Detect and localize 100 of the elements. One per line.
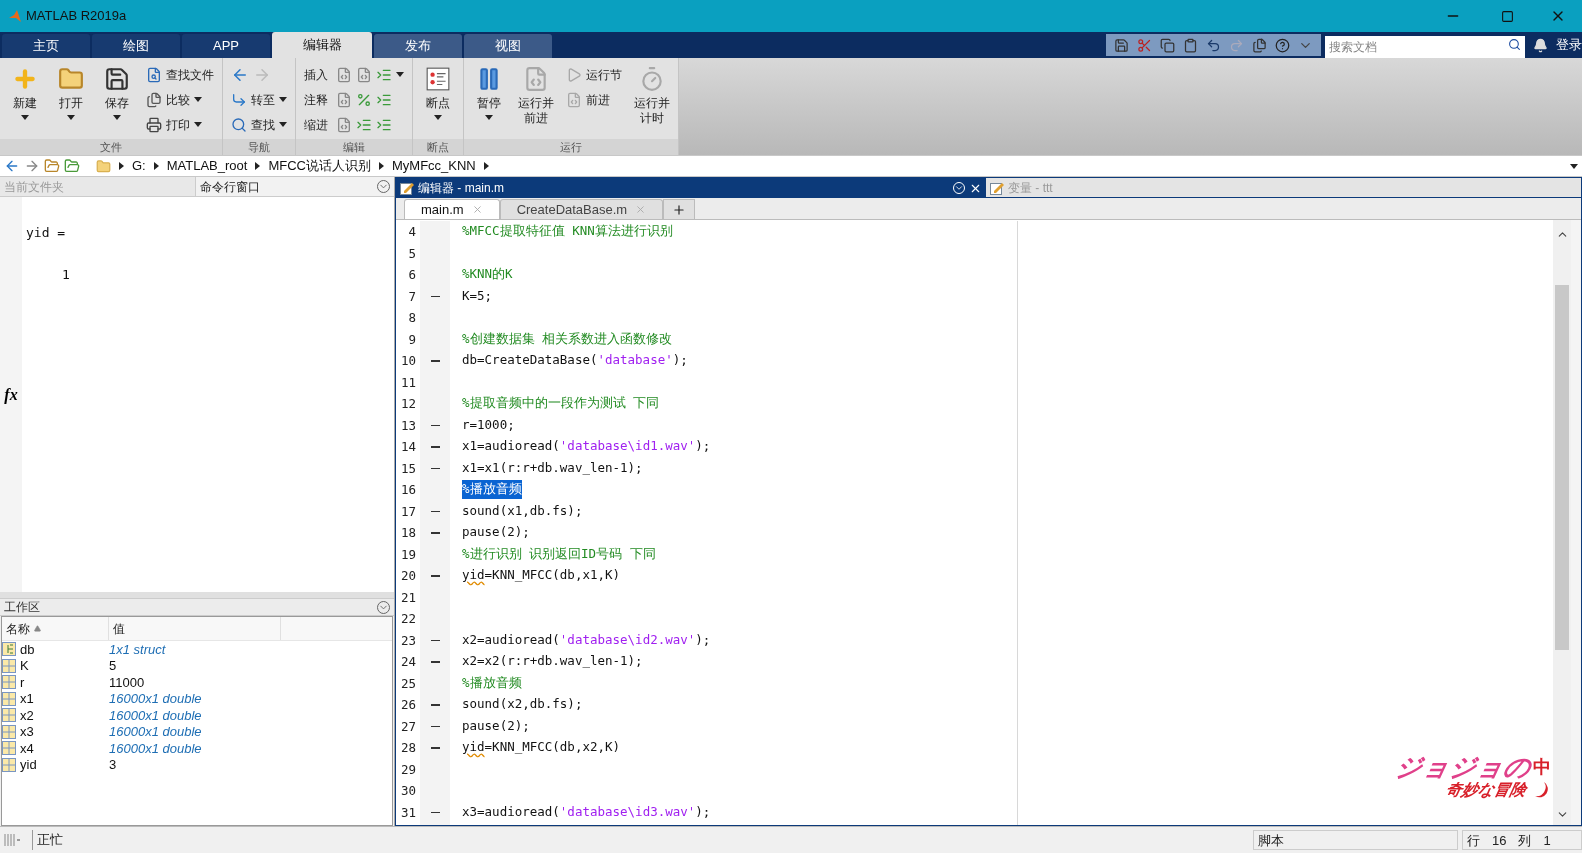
ribbon-button[interactable]: 比较: [146, 90, 202, 109]
login-link[interactable]: 登录: [1556, 34, 1582, 54]
search-icon[interactable]: [1508, 38, 1521, 51]
vertical-scrollbar[interactable]: [1553, 220, 1571, 825]
back-icon[interactable]: [4, 158, 20, 174]
code-text: 'database\id1.wav': [559, 437, 696, 456]
file-icon: [523, 66, 549, 92]
ribbon-button[interactable]: 保存: [100, 62, 134, 120]
new-tab-icon[interactable]: [672, 202, 687, 217]
executable-marker: [430, 811, 440, 813]
scissors-icon[interactable]: [1137, 37, 1152, 53]
ribbon-button[interactable]: 查找: [231, 115, 287, 134]
clipboard-icon[interactable]: [1183, 37, 1198, 53]
variable-name[interactable]: db: [20, 639, 35, 659]
line-number: 15: [399, 459, 416, 478]
line-number: 25: [399, 674, 416, 693]
pencil-icon: [990, 180, 1004, 195]
editor-title: 编辑器 - main.m: [418, 180, 505, 197]
panel-tab[interactable]: 命令行窗口: [196, 177, 394, 196]
executable-marker: [430, 360, 440, 362]
forward-icon[interactable]: [24, 158, 40, 174]
code-text: K=5;: [462, 286, 493, 305]
ribbon-tab[interactable]: APP: [182, 34, 270, 58]
maximize-icon[interactable]: [1501, 9, 1514, 23]
breadcrumb-arrow-icon: [255, 162, 261, 170]
line-number: 10: [399, 352, 416, 370]
file-icon: [336, 66, 352, 83]
bell-icon[interactable]: [1533, 38, 1548, 53]
line-number: 20: [399, 567, 416, 585]
ribbon-button[interactable]: 暂停: [472, 62, 506, 120]
ribbon-button[interactable]: 打开: [54, 62, 88, 120]
column-header[interactable]: 值: [109, 617, 281, 640]
caret-icon: [67, 115, 75, 120]
matrix-icon: [2, 675, 16, 690]
undo-icon[interactable]: [1206, 37, 1221, 53]
help-icon[interactable]: [1275, 37, 1290, 53]
file-icon: [566, 91, 582, 108]
code-text: %提取音频中的一段作为测试 下同: [462, 394, 660, 413]
group-label: 运行: [464, 139, 678, 155]
code-text: %KNN的K: [462, 265, 513, 284]
line-number: 28: [399, 739, 416, 757]
browse-folder-icon[interactable]: [64, 158, 80, 174]
ribbon-tab[interactable]: 编辑器: [272, 32, 372, 58]
pencil-icon: [400, 181, 414, 195]
selected-text: %播放音频: [462, 480, 522, 500]
ribbon-tab[interactable]: 视图: [464, 34, 552, 58]
variable-name[interactable]: yid: [20, 755, 37, 775]
matrix-icon: [2, 724, 16, 739]
group-label: 编辑: [296, 139, 412, 155]
ribbon-label[interactable]: 注释: [304, 90, 328, 109]
row-value: 16: [1492, 832, 1507, 849]
path-segment[interactable]: MFCC说话人识别: [268, 156, 371, 176]
variable-value[interactable]: 1x1 struct: [109, 639, 166, 659]
line-number: 19: [399, 545, 416, 564]
moon-icon[interactable]: [1534, 781, 1550, 799]
file-tab[interactable]: CreateDataBase.m: [499, 199, 664, 219]
column-header[interactable]: 名称: [2, 617, 109, 640]
line-number: 7: [407, 287, 416, 306]
panel-title: 工作区: [4, 599, 41, 616]
ribbon-label[interactable]: 插入: [304, 65, 328, 84]
breadcrumb-arrow-icon: [378, 162, 384, 170]
folder-up-icon[interactable]: [44, 158, 60, 174]
ribbon-button[interactable]: 新建: [8, 62, 42, 120]
code-text: 'database\id2.wav': [559, 630, 696, 649]
line-number: 11: [399, 373, 416, 392]
copy-icon[interactable]: [1160, 37, 1175, 53]
ime-status[interactable]: ジョジョの 奇妙な冒険 中: [1394, 753, 1551, 799]
line-number: 18: [399, 524, 416, 542]
path-segment[interactable]: MATLAB_root: [166, 156, 248, 176]
scroll-thumb[interactable]: [1555, 285, 1569, 650]
path-segment[interactable]: MyMFcc_KNN: [391, 156, 476, 176]
caret-icon: [434, 115, 442, 120]
variable-value: 5: [109, 657, 117, 675]
code-text: );: [695, 630, 711, 649]
ime-mode[interactable]: 中: [1533, 754, 1551, 781]
search-field[interactable]: 搜索文档: [1325, 36, 1525, 58]
ribbon-button[interactable]: 转至: [231, 90, 287, 109]
ribbon-tab[interactable]: 绘图: [92, 34, 180, 58]
executable-marker: [430, 747, 440, 749]
row-label: 行: [1467, 832, 1480, 849]
ribbon-button[interactable]: 断点: [421, 62, 455, 120]
file-tab[interactable]: main.m: [404, 199, 500, 219]
ribbon-button[interactable]: 打印: [146, 115, 202, 134]
breadcrumb-arrow-icon: [483, 162, 489, 170]
matrix-icon: [2, 708, 16, 723]
ribbon-label[interactable]: 缩进: [304, 115, 328, 134]
code-text: yid: [462, 738, 485, 757]
group-label: 导航: [223, 139, 295, 155]
breakpoint-list-icon: [425, 66, 451, 92]
code-text: x3=audioread(: [462, 802, 560, 821]
path-segment[interactable]: G:: [132, 156, 146, 176]
ribbon-button[interactable]: 查找文件: [146, 65, 214, 84]
floppy-icon: [104, 66, 130, 92]
caret-icon: [279, 122, 287, 127]
variable-value: 3: [109, 756, 117, 774]
save-icon[interactable]: [1114, 37, 1129, 53]
command-window[interactable]: fx yid = 1: [0, 197, 394, 592]
ribbon-tab[interactable]: 主页: [2, 34, 90, 58]
line-number: 6: [407, 266, 416, 284]
ribbon-tab[interactable]: 发布: [374, 34, 462, 58]
